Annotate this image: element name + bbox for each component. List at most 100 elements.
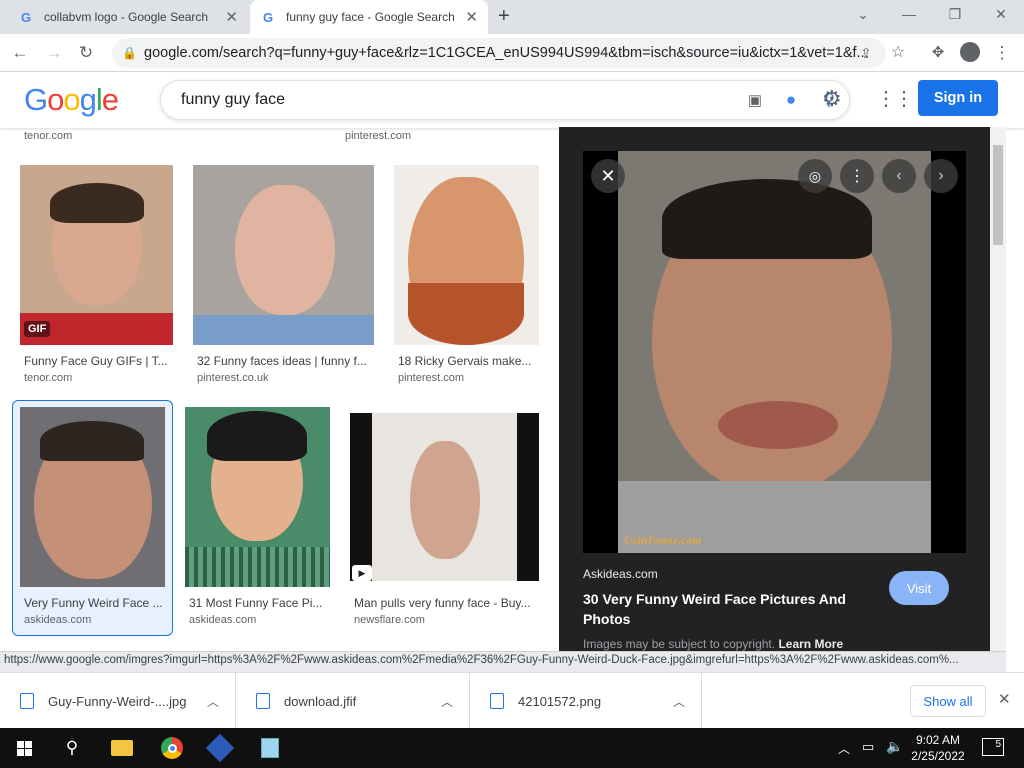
chevron-up-icon[interactable]: ︿ <box>441 693 453 710</box>
page-scrollbar[interactable] <box>990 127 1006 651</box>
image-preview-panel: UsinPeone.com ✕ ◎ ⋮ ‹ › Askideas.com 30 … <box>559 127 990 651</box>
lens-search-icon[interactable]: ◎ <box>798 159 832 193</box>
scrollbar-thumb[interactable] <box>993 145 1003 245</box>
camera-icon[interactable]: ▣ <box>737 91 773 109</box>
tray-chevron-icon[interactable]: ︿ <box>838 740 850 757</box>
close-preview-icon[interactable]: ✕ <box>591 159 625 193</box>
windows-start-icon[interactable] <box>0 728 48 768</box>
clock-date: 2/25/2022 <box>911 749 965 763</box>
lock-icon: 🔒 <box>122 46 137 60</box>
result-caption[interactable]: Man pulls very funny face - Buy... <box>354 596 539 610</box>
notifications-icon[interactable]: 5 <box>982 738 1004 756</box>
result-caption[interactable]: Funny Face Guy GIFs | T... <box>24 354 169 368</box>
download-filename: 42101572.png <box>518 693 602 709</box>
menu-kebab-icon[interactable]: ⋮ <box>990 41 1014 65</box>
result-thumbnail[interactable] <box>20 407 165 587</box>
browser-toolbar: ← → ↻ 🔒 google.com/search?q=funny+guy+fa… <box>0 34 1024 72</box>
chevron-up-icon[interactable]: ︿ <box>673 693 685 710</box>
file-icon <box>490 693 504 709</box>
show-all-button[interactable]: Show all <box>910 685 986 717</box>
google-logo[interactable]: Google <box>24 82 119 118</box>
preview-image-frame: UsinPeone.com ✕ ◎ ⋮ ‹ › <box>583 151 966 553</box>
extensions-icon[interactable]: ✥ <box>926 41 950 65</box>
visit-button[interactable]: Visit <box>889 571 949 605</box>
profile-avatar-icon[interactable] <box>960 42 980 62</box>
result-caption[interactable]: 32 Funny faces ideas | funny f... <box>197 354 372 368</box>
tab-collabvm-logo[interactable]: G collabvm logo - Google Search ✕ <box>8 0 248 34</box>
result-source[interactable]: tenor.com <box>24 130 72 142</box>
clock[interactable]: 9:02 AM 2/25/2022 <box>906 732 970 764</box>
result-source[interactable]: pinterest.co.uk <box>197 372 269 384</box>
notification-count: 5 <box>995 739 1001 750</box>
more-options-icon[interactable]: ⋮ <box>840 159 874 193</box>
chevron-up-icon[interactable]: ︿ <box>207 693 219 710</box>
image-results-grid: tenor.com pinterest.com GIF Funny Face G… <box>0 128 559 651</box>
result-caption[interactable]: 18 Ricky Gervais make... <box>398 354 539 368</box>
next-image-icon[interactable]: › <box>924 159 958 193</box>
tab-search-chevron-icon[interactable]: ⌄ <box>850 6 876 23</box>
google-g-icon: G <box>262 9 274 25</box>
result-thumbnail[interactable] <box>193 165 374 345</box>
result-source[interactable]: pinterest.com <box>345 130 411 142</box>
watermark-text: UsinPeone.com <box>624 533 702 547</box>
reload-icon[interactable]: ↻ <box>74 41 98 65</box>
new-tab-icon[interactable]: + <box>498 5 510 28</box>
download-filename: Guy-Funny-Weird-....jpg <box>48 693 187 709</box>
close-window-icon[interactable]: ✕ <box>988 6 1014 23</box>
result-source[interactable]: askideas.com <box>24 614 91 626</box>
back-icon[interactable]: ← <box>8 41 32 65</box>
minimize-icon[interactable]: — <box>896 6 922 22</box>
result-thumbnail[interactable]: GIF <box>20 165 173 345</box>
bookmark-star-icon[interactable]: ☆ <box>886 41 910 65</box>
clock-time: 9:02 AM <box>915 733 961 747</box>
network-icon[interactable]: ▭ <box>862 739 874 755</box>
download-item[interactable]: download.jfif ︿ <box>236 673 470 729</box>
close-downloads-icon[interactable]: ✕ <box>998 690 1011 708</box>
copyright-note: Images may be subject to copyright. <box>583 637 776 651</box>
learn-more-link[interactable]: Learn More <box>778 637 843 651</box>
microphone-icon[interactable]: ● <box>773 90 809 110</box>
result-thumbnail[interactable] <box>185 407 330 587</box>
virtualbox-icon[interactable] <box>196 728 244 768</box>
close-tab-icon[interactable]: ✕ <box>465 8 478 26</box>
status-bar-url: https://www.google.com/imgres?imgurl=htt… <box>0 651 1006 672</box>
search-icon[interactable]: ⚲ <box>48 728 96 768</box>
search-input[interactable]: funny guy face <box>181 91 737 109</box>
preview-title[interactable]: 30 Very Funny Weird Face Pictures And Ph… <box>583 589 863 629</box>
sign-in-button[interactable]: Sign in <box>918 80 998 116</box>
volume-icon[interactable]: 🔈 <box>886 738 903 755</box>
file-explorer-icon[interactable] <box>98 728 146 768</box>
tab-title: funny guy face - Google Search <box>286 10 455 24</box>
preview-image[interactable]: UsinPeone.com <box>618 151 931 553</box>
tab-strip: G collabvm logo - Google Search ✕ G funn… <box>0 0 1024 34</box>
previous-image-icon[interactable]: ‹ <box>882 159 916 193</box>
result-source[interactable]: tenor.com <box>24 372 72 384</box>
google-g-icon: G <box>20 9 32 25</box>
file-icon <box>20 693 34 709</box>
preview-source[interactable]: Askideas.com <box>583 567 658 581</box>
gif-badge: GIF <box>24 321 51 337</box>
result-thumbnail[interactable]: ▶ <box>350 413 539 581</box>
google-header: Google funny guy face ▣ ● ⚲ ⚙ ⋮⋮⋮ Sign i… <box>0 72 1024 128</box>
close-tab-icon[interactable]: ✕ <box>225 8 238 26</box>
share-icon[interactable]: ⇪ <box>854 41 878 65</box>
search-box[interactable]: funny guy face ▣ ● ⚲ <box>160 80 850 120</box>
result-thumbnail[interactable] <box>394 165 539 345</box>
forward-icon[interactable]: → <box>42 41 66 65</box>
file-icon <box>256 693 270 709</box>
url-text: google.com/search?q=funny+guy+face&rlz=1… <box>144 45 869 61</box>
result-source[interactable]: askideas.com <box>189 614 256 626</box>
settings-gear-icon[interactable]: ⚙ <box>822 86 842 112</box>
address-bar[interactable]: 🔒 google.com/search?q=funny+guy+face&rlz… <box>112 38 886 68</box>
notepad-icon[interactable] <box>246 728 294 768</box>
play-icon[interactable]: ▶ <box>352 565 372 581</box>
result-source[interactable]: newsflare.com <box>354 614 425 626</box>
result-caption[interactable]: 31 Most Funny Face Pi... <box>189 596 325 610</box>
result-caption[interactable]: Very Funny Weird Face ... <box>24 596 164 610</box>
download-item[interactable]: 42101572.png ︿ <box>470 673 702 729</box>
download-item[interactable]: Guy-Funny-Weird-....jpg ︿ <box>0 673 236 729</box>
result-source[interactable]: pinterest.com <box>398 372 464 384</box>
tab-funny-guy-face[interactable]: G funny guy face - Google Search ✕ <box>250 0 488 34</box>
chrome-icon[interactable] <box>148 728 196 768</box>
restore-icon[interactable]: ❐ <box>942 6 968 23</box>
